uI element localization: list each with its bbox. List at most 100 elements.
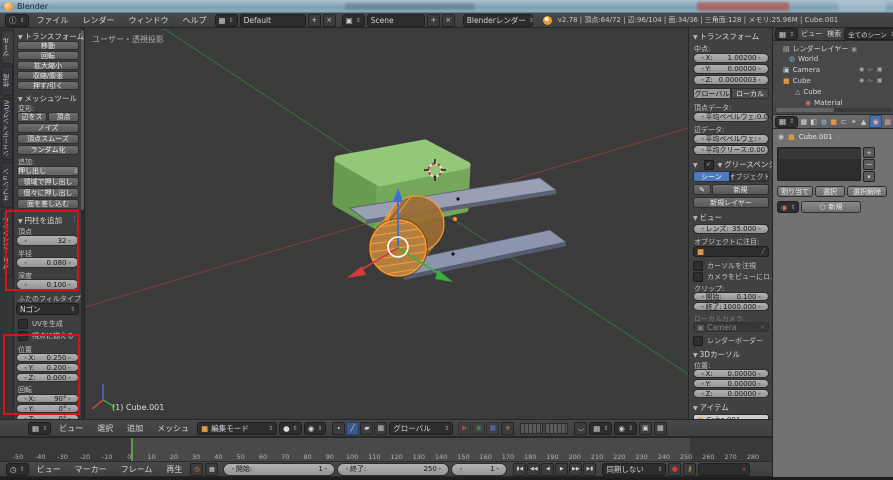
mean-crease-field[interactable]: 平均クリース:0.00	[693, 145, 769, 155]
cursor-x-field[interactable]: X:0.00000	[693, 369, 769, 378]
vertex-select-button[interactable]: ∙	[332, 422, 345, 435]
manipulator-rotate-button[interactable]: ◉	[472, 422, 485, 435]
occlude-toggle-button[interactable]: ▦	[374, 422, 387, 435]
material-browse-dropdown[interactable]: ◉⇕	[777, 201, 799, 213]
os-titlebar[interactable]: Blender	[0, 0, 893, 13]
preview-range-toggle[interactable]: ◷	[190, 463, 203, 476]
cursor-y-field[interactable]: Y:0.00000	[693, 379, 769, 388]
viewport-3d[interactable]: ユーザー・透視投影 (1) Cube.001	[85, 28, 688, 419]
add-layout-button[interactable]: +	[308, 14, 321, 27]
lens-field[interactable]: レンズ:35.000	[693, 224, 769, 234]
median-x-field[interactable]: X:1.00200	[693, 53, 769, 63]
panel-meshtools-header[interactable]: メッシュツール	[18, 93, 77, 104]
pivot-dropdown[interactable]: ◉⇕	[304, 422, 327, 435]
outliner-row-camera[interactable]: ▣Camera	[783, 66, 820, 74]
timeline-menu-playback[interactable]: 再生	[160, 464, 188, 475]
scene-field[interactable]: Scene	[367, 14, 425, 27]
mode-dropdown[interactable]: ■編集モード⇕	[197, 422, 277, 435]
gpencil-draw-button[interactable]: ✎	[693, 184, 711, 195]
median-y-field[interactable]: Y:0.00000	[693, 64, 769, 74]
button-shrink-fatten[interactable]: 収縮/膨張	[17, 71, 79, 80]
outliner-row-world[interactable]: ◍World	[789, 55, 818, 63]
button-vertex-smooth[interactable]: 頂点スムーズ	[17, 134, 79, 144]
av-sync-dropdown[interactable]: 同期しない⇕	[602, 463, 666, 476]
menu-window[interactable]: ウィンドウ	[123, 15, 175, 26]
outliner-display-dropdown[interactable]: 全てのシーン⇕	[844, 28, 893, 40]
button-rotate[interactable]: 回転	[17, 51, 79, 60]
menu-file[interactable]: ファイル	[31, 15, 75, 26]
render-engine-dropdown[interactable]: Blenderレンダー⇕	[463, 14, 533, 27]
prev-keyframe-button[interactable]: ◀◀	[527, 463, 540, 476]
lock-object-field[interactable]: ■╱	[693, 246, 769, 257]
current-frame-field[interactable]: 1	[451, 463, 507, 476]
outliner-menu-view[interactable]: ビュー	[799, 29, 824, 39]
face-select-button[interactable]: ▰	[360, 422, 373, 435]
frame-end-field[interactable]: 終了:250	[337, 463, 449, 476]
add-slot-button[interactable]: +	[863, 147, 875, 158]
mean-bevel-weight2-field[interactable]: 平均ベベルウェ:	[693, 134, 769, 144]
viewport-editor-icon[interactable]: ▦⇕	[28, 422, 51, 435]
button-noise[interactable]: ノイズ	[17, 123, 79, 133]
select-button[interactable]: 選択	[815, 186, 845, 197]
button-inset-faces[interactable]: 面を差し込む	[17, 199, 79, 209]
slot-specials-button[interactable]: ▾	[863, 171, 875, 182]
close-layout-button[interactable]: ×	[323, 14, 336, 27]
properties-editor-icon[interactable]: ▦⇕	[775, 116, 798, 128]
screen-layout-field[interactable]: Default	[240, 14, 306, 27]
local-toggle[interactable]: ローカル	[731, 88, 769, 99]
button-scale[interactable]: 拡大縮小	[17, 61, 79, 70]
button-vertex-slide[interactable]: 頂点	[48, 112, 79, 122]
new-layer-button[interactable]: 新規レイヤー	[693, 197, 769, 208]
viewport-menu-mesh[interactable]: メッシュ	[151, 423, 195, 434]
frame-start-field[interactable]: 開始:1	[223, 463, 335, 476]
viewport-menu-view[interactable]: ビュー	[53, 423, 89, 434]
gpencil-object-toggle[interactable]: オブジェクト	[730, 171, 769, 182]
material-slot-list[interactable]	[777, 147, 861, 181]
timeline-ruler[interactable]: -50-40-30-20-100102030405060708090100110…	[0, 437, 772, 461]
properties-breadcrumb[interactable]: ◉ ■ Cube.001 ▻	[778, 133, 841, 141]
tab-shading-uv[interactable]: シェーディング/UV	[1, 98, 13, 160]
tab-modifiers-icon[interactable]: ✦	[849, 117, 858, 127]
manipulator-translate-button[interactable]: ▶	[458, 422, 471, 435]
cursor-z-field[interactable]: Z:0.00000	[693, 389, 769, 398]
tab-material-icon-active[interactable]: ◉	[869, 115, 882, 128]
play-reverse-button[interactable]: ◀	[541, 463, 554, 476]
outliner-row-material[interactable]: ◉Material	[805, 99, 843, 107]
npanel-transform-header[interactable]: トランスフォーム	[693, 31, 759, 42]
tab-scene-icon[interactable]: ◧	[809, 117, 818, 127]
layers-widget-2[interactable]	[545, 423, 568, 434]
remove-slot-button[interactable]: −	[863, 159, 875, 170]
gpencil-new-button[interactable]: 新規	[712, 184, 769, 195]
cube-restriction-icons[interactable]: ◉▻▣	[859, 77, 883, 84]
tab-world-icon[interactable]: ◍	[819, 117, 828, 127]
material-slot-row[interactable]	[779, 149, 861, 159]
outliner-editor-icon[interactable]: ▦⇕	[775, 28, 798, 40]
manipulator-axis-button[interactable]: +	[501, 422, 514, 435]
timeline-menu-marker[interactable]: マーカー	[69, 464, 113, 475]
clip-end-field[interactable]: 終了:1000.000	[693, 302, 769, 311]
edge-select-button[interactable]: ╱	[346, 422, 359, 435]
editor-type-info-dropdown[interactable]: ⓘ⇕	[5, 14, 29, 27]
add-scene-button[interactable]: +	[427, 14, 440, 27]
global-toggle[interactable]: グローバル	[693, 88, 731, 99]
gpencil-scene-toggle[interactable]: シーン	[693, 171, 730, 182]
tab-data-icon[interactable]: ▲	[859, 117, 868, 127]
close-scene-button[interactable]: ×	[442, 14, 455, 27]
record-button[interactable]: ●	[668, 463, 681, 476]
play-button[interactable]: ▶	[555, 463, 568, 476]
jump-to-start-button[interactable]: ▮◀	[513, 463, 526, 476]
mean-bevel-weight-field[interactable]: 平均ベベルウェ:0.00	[693, 112, 769, 122]
viewport-menu-add[interactable]: 追加	[121, 423, 149, 434]
generate-uv-checkbox[interactable]: UVを生成	[18, 319, 63, 329]
tab-render-icon[interactable]: ▦	[799, 117, 808, 127]
tab-create[interactable]: 作成	[1, 66, 13, 96]
button-extrude[interactable]: 押し出し⇕	[17, 166, 79, 176]
timeline-menu-frame[interactable]: フレーム	[115, 464, 159, 475]
viewport-menu-select[interactable]: 選択	[91, 423, 119, 434]
outliner-row-cube[interactable]: ■Cube	[783, 77, 811, 85]
button-edge-slide[interactable]: 辺をス	[17, 112, 47, 122]
keying-set-icon-button[interactable]: ⚷	[683, 463, 696, 476]
timeline-editor-icon[interactable]: ◷⇕	[6, 463, 29, 476]
button-randomize[interactable]: ランダム化	[17, 145, 79, 155]
button-extrude-individual[interactable]: 個々に押し出し	[17, 188, 79, 198]
